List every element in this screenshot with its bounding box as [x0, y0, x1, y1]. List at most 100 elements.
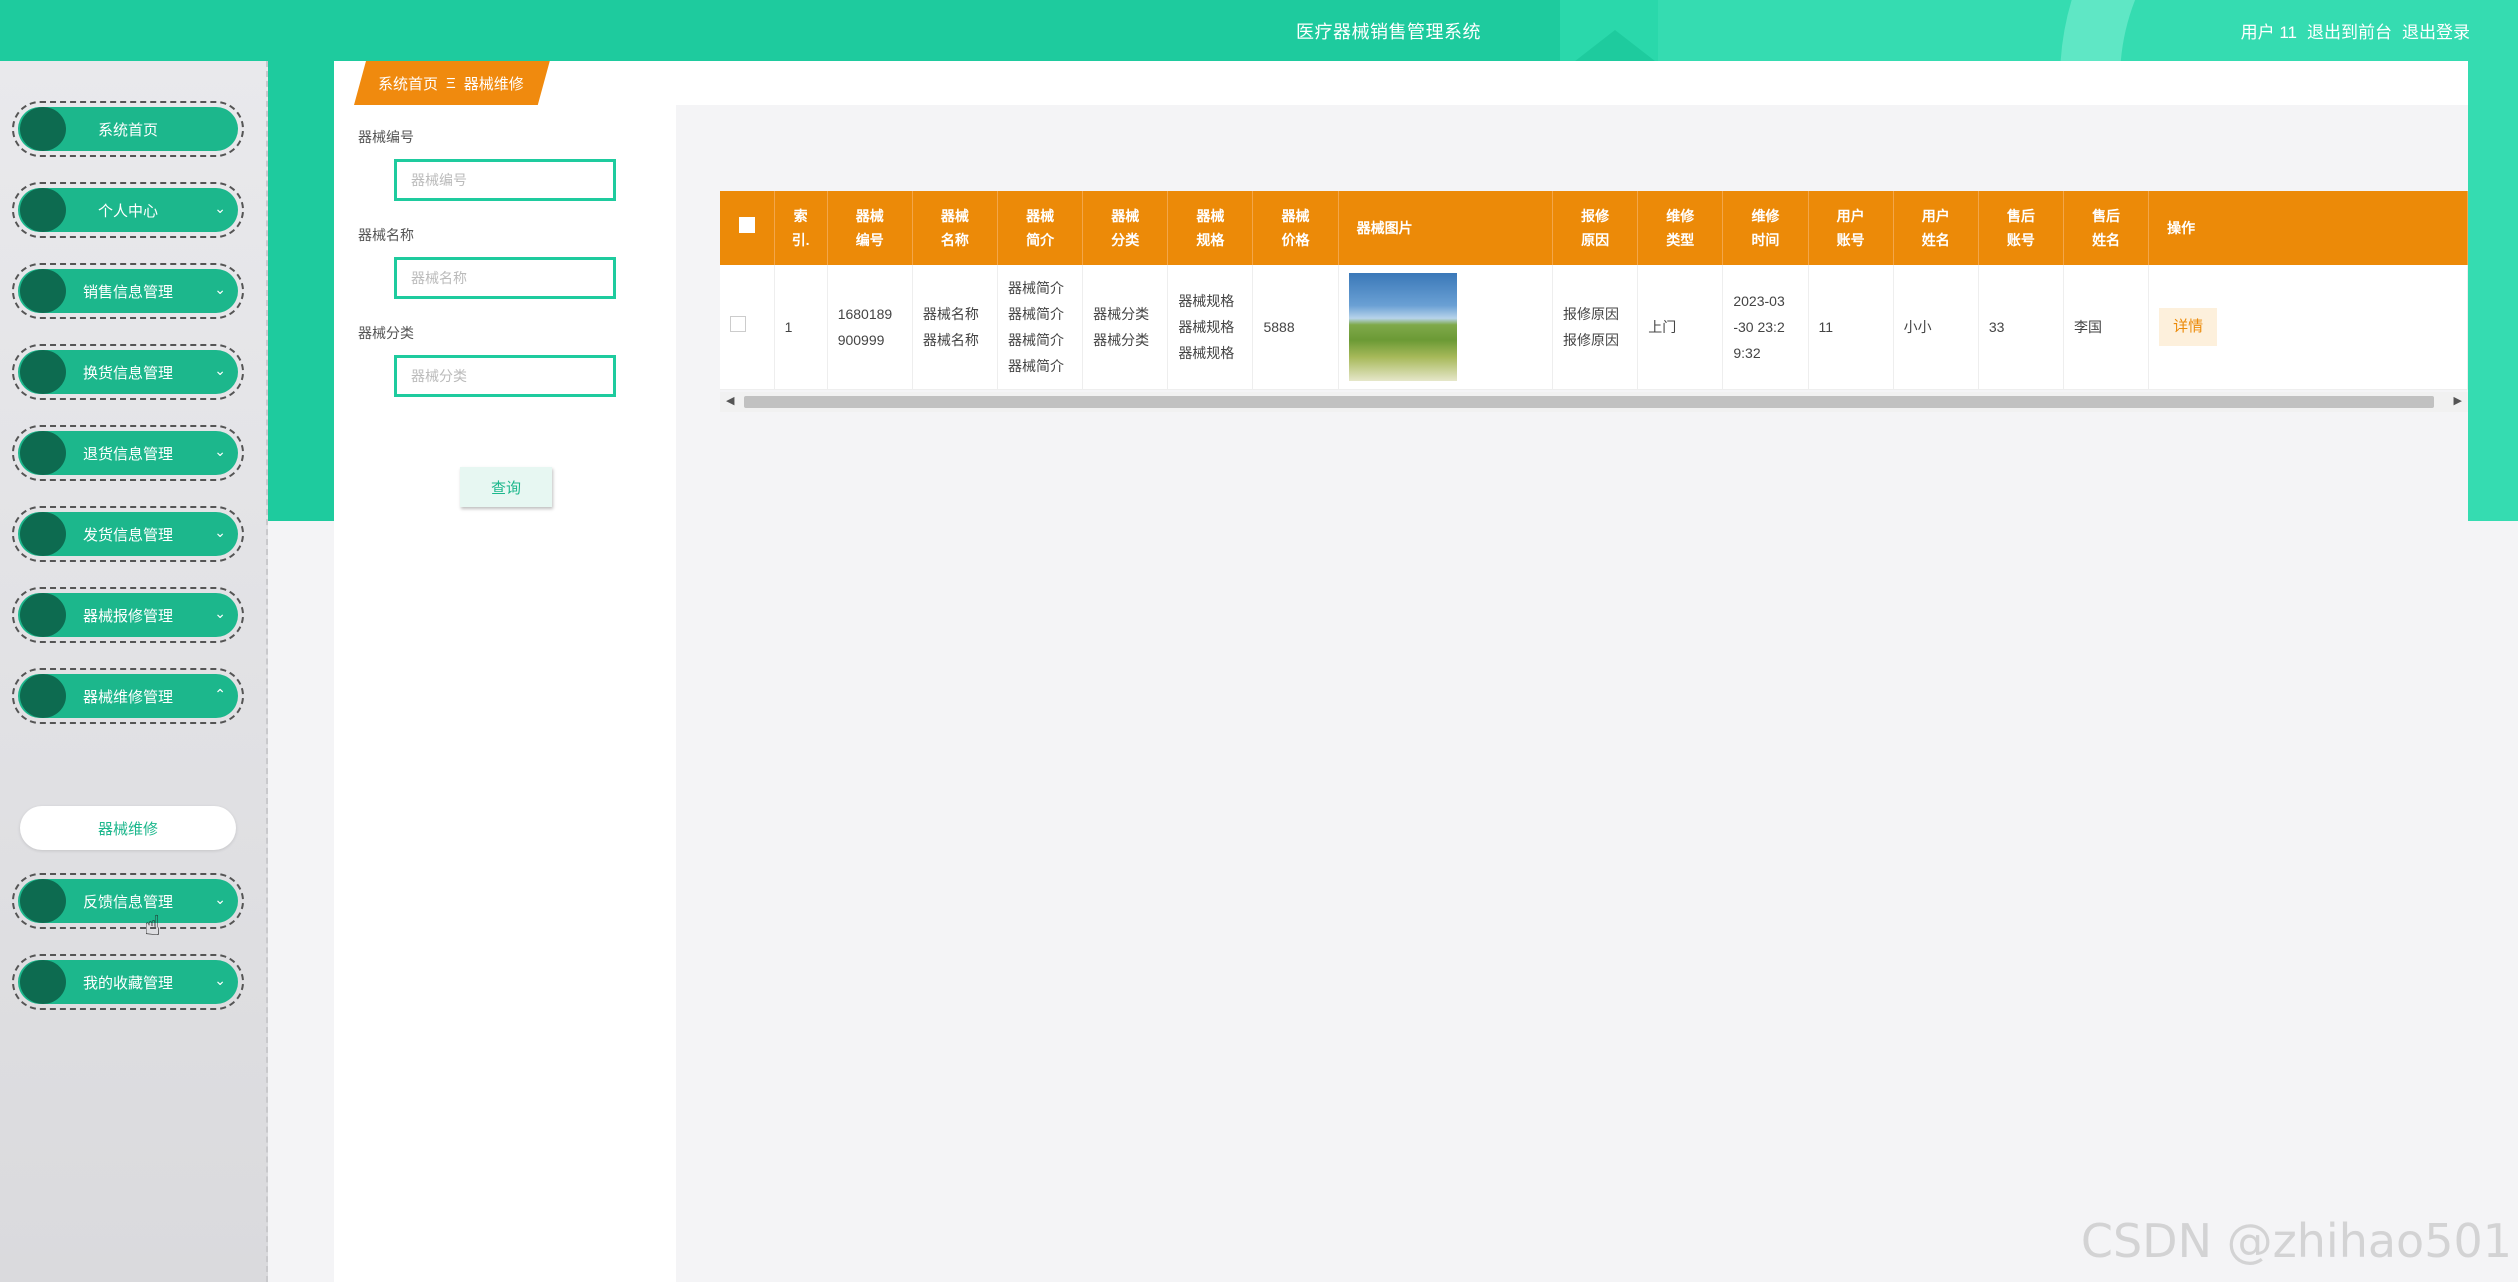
search-panel: 器械编号 器械名称 器械分类 查询: [334, 105, 676, 1282]
sidebar-item-shipping[interactable]: 发货信息管理 ⌄: [12, 506, 244, 562]
device-image[interactable]: [1348, 272, 1457, 381]
cell-repair-time: 2023-03 -30 23:2 9:32: [1722, 265, 1809, 390]
chevron-down-icon: ⌄: [214, 891, 226, 907]
data-table: 索引. 器械 编号 器械 名称 器械 简介 器械 分类 器械 规格 器械 价格 器械图片 报…: [720, 191, 2468, 412]
column-header: 器械 价格: [1252, 191, 1339, 265]
sidebar-item-repair-request[interactable]: 器械报修管理 ⌄: [12, 587, 244, 643]
chevron-down-icon: ⌄: [214, 281, 226, 297]
watermark: CSDN @zhihao501: [2080, 1214, 2512, 1268]
sidebar-item-sales[interactable]: 销售信息管理 ⌄: [12, 263, 244, 319]
breadcrumb-separator: Ξ: [446, 74, 456, 92]
chevron-down-icon: ⌄: [214, 524, 226, 540]
table-row: 1 1680189 900999 器械名称 器械名称 器械简介 器械简介 器械简介 器械简…: [720, 265, 2468, 390]
sidebar-item-repair[interactable]: 器械维修管理 ⌃: [12, 668, 244, 724]
select-all-checkbox[interactable]: [720, 191, 775, 265]
device-category-field[interactable]: [394, 355, 616, 397]
column-header: 操作: [2148, 191, 2468, 265]
top-bar: 医疗器械销售管理系统 用户 11 退出到前台 退出登录: [0, 0, 2518, 61]
device-code-label: 器械编号: [358, 129, 414, 145]
sidebar-item-label: 器械维修管理: [82, 688, 173, 706]
device-code-field[interactable]: [394, 159, 616, 201]
device-category-input[interactable]: [411, 368, 613, 384]
sidebar-item-label: 器械报修管理: [82, 607, 173, 625]
sidebar-item-exchange[interactable]: 换货信息管理 ⌄: [12, 344, 244, 400]
device-name-label: 器械名称: [358, 227, 414, 243]
sidebar-item-favorites[interactable]: 我的收藏管理 ⌄: [12, 954, 244, 1010]
menu-circle-icon: [20, 512, 66, 556]
device-name-input[interactable]: [411, 270, 613, 286]
chevron-up-icon: ⌃: [214, 686, 226, 702]
cell-repair-type: 上门: [1637, 265, 1724, 390]
menu-circle-icon: [20, 107, 66, 151]
column-header: 器械 编号: [827, 191, 913, 265]
menu-circle-icon: [20, 593, 66, 637]
sidebar-item-label: 我的收藏管理: [82, 974, 173, 992]
breadcrumb-current: 器械维修: [463, 75, 524, 93]
current-user: 用户 11: [2240, 23, 2297, 42]
device-category-label: 器械分类: [358, 325, 414, 341]
device-code-input[interactable]: [411, 172, 613, 188]
chevron-down-icon: ⌄: [214, 443, 226, 459]
cell-index: 1: [774, 265, 828, 390]
column-header: 用户 账号: [1808, 191, 1894, 265]
detail-button[interactable]: 详情: [2159, 307, 2218, 346]
menu-circle-icon: [20, 269, 66, 313]
cell-user-account: 11: [1808, 265, 1894, 390]
sidebar-item-feedback[interactable]: 反馈信息管理 ⌄: [12, 873, 244, 929]
cell-device-code: 1680189 900999: [827, 265, 913, 390]
sidebar-item-label: 个人中心: [97, 202, 158, 220]
chevron-down-icon: ⌄: [214, 972, 226, 988]
cell-device-category: 器械分类 器械分类: [1082, 265, 1169, 390]
breadcrumb: 系统首页 Ξ 器械维修: [354, 61, 550, 105]
column-header: 用户 姓名: [1893, 191, 1979, 265]
scroll-right-icon[interactable]: ▶: [2454, 394, 2462, 407]
cell-device-spec: 器械规格 器械规格 器械规格: [1167, 265, 1254, 390]
header-decoration: [2468, 61, 2518, 521]
cell-service-name: 李国: [2063, 265, 2150, 390]
scrollbar-thumb[interactable]: [744, 395, 2434, 408]
cell-user-name: 小小: [1893, 265, 1979, 390]
horizontal-scrollbar[interactable]: ◀ ▶: [720, 391, 2468, 412]
menu-circle-icon: [20, 188, 66, 232]
chevron-down-icon: ⌄: [214, 200, 226, 216]
column-header: 售后 账号: [1978, 191, 2064, 265]
sidebar-item-label: 发货信息管理: [82, 526, 173, 544]
back-to-frontend-link[interactable]: 退出到前台: [2307, 18, 2392, 43]
breadcrumb-home[interactable]: 系统首页: [378, 73, 438, 94]
column-header: 器械图片: [1338, 191, 1554, 265]
hand-cursor-icon: ☝: [144, 910, 162, 941]
device-name-field[interactable]: [394, 257, 616, 299]
sidebar-item-label: 换货信息管理: [82, 364, 173, 382]
cell-actions: 详情: [2148, 265, 2468, 390]
cell-device-price: 5888: [1252, 265, 1339, 390]
sidebar-item-returns[interactable]: 退货信息管理 ⌄: [12, 425, 244, 481]
breadcrumb-bar: 系统首页 Ξ 器械维修: [334, 61, 2468, 105]
sidebar-item-label: 系统首页: [97, 121, 158, 139]
row-checkbox[interactable]: [720, 265, 775, 390]
column-header: 器械 名称: [912, 191, 999, 265]
menu-circle-icon: [20, 960, 66, 1004]
menu-circle-icon: [20, 431, 66, 475]
chevron-down-icon: ⌄: [214, 605, 226, 621]
main-content: 系统首页 Ξ 器械维修 器械编号 器械名称 器械分类 查询: [334, 61, 2468, 1282]
menu-circle-icon: [20, 879, 66, 923]
header-decoration: [1570, 30, 1660, 61]
sidebar-item-home[interactable]: 系统首页: [12, 101, 244, 157]
column-header: 售后 姓名: [2063, 191, 2150, 265]
logout-link[interactable]: 退出登录: [2402, 18, 2470, 43]
scroll-left-icon[interactable]: ◀: [726, 394, 734, 407]
cell-repair-reason: 报修原因 报修原因: [1552, 265, 1639, 390]
cell-device-image: [1338, 265, 1554, 390]
cell-device-name: 器械名称 器械名称: [912, 265, 999, 390]
submenu-item-repair[interactable]: 器械维修: [20, 806, 236, 850]
column-header: 索引.: [774, 191, 828, 265]
column-header: 报修 原因: [1552, 191, 1639, 265]
app-title: 医疗器械销售管理系统: [1296, 22, 1481, 42]
column-header: 器械 规格: [1167, 191, 1254, 265]
chevron-down-icon: ⌄: [214, 362, 226, 378]
column-header: 维修 时间: [1722, 191, 1809, 265]
sidebar-item-profile[interactable]: 个人中心 ⌄: [12, 182, 244, 238]
table-header-row: 索引. 器械 编号 器械 名称 器械 简介 器械 分类 器械 规格 器械 价格 器械图片 报…: [720, 191, 2468, 265]
sidebar-item-label: 销售信息管理: [82, 283, 173, 301]
search-button[interactable]: 查询: [460, 467, 552, 507]
